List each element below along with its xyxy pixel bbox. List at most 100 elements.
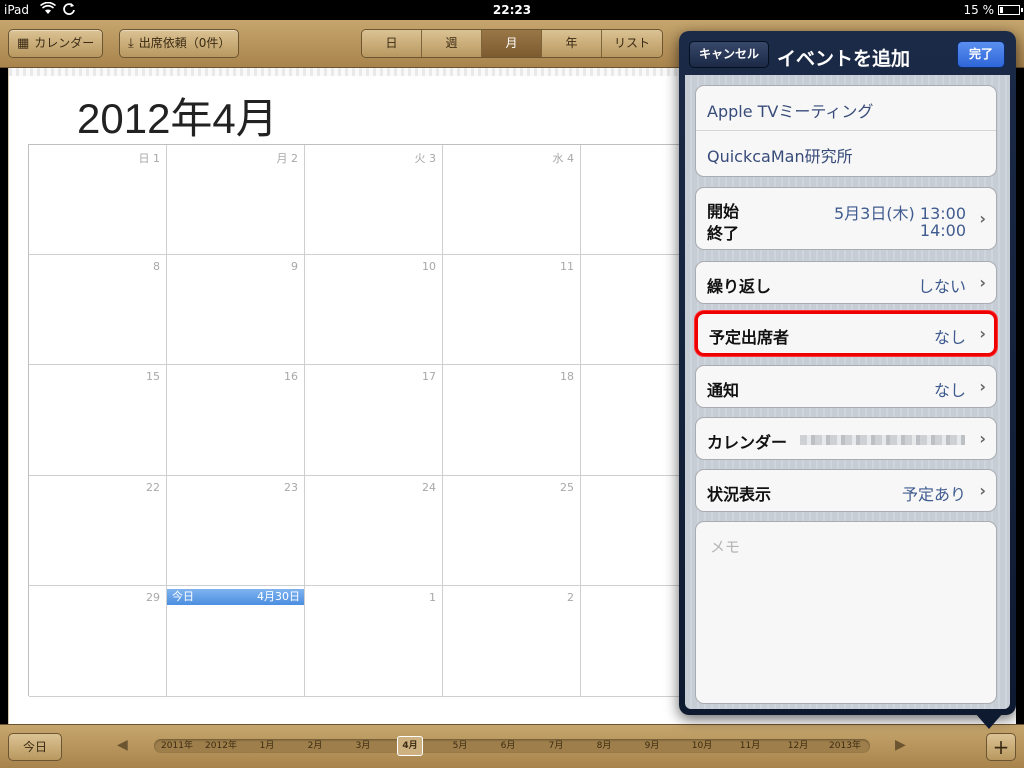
- today-marker: 今日 4月30日: [167, 589, 304, 605]
- day-number: 2: [291, 152, 298, 165]
- day-number: 17: [422, 370, 436, 383]
- repeat-value: しない: [917, 277, 966, 296]
- calendar-label: カレンダー: [707, 433, 788, 452]
- today-button[interactable]: 今日: [8, 733, 62, 761]
- today-label: 今日: [172, 590, 194, 603]
- event-title-field[interactable]: Apple TVミーティング: [696, 86, 996, 131]
- timeline-item[interactable]: 2013年: [826, 739, 864, 753]
- day-number: 1: [153, 152, 160, 165]
- tab-list[interactable]: リスト: [602, 30, 662, 57]
- day-number: 2: [567, 591, 574, 604]
- chevron-right-icon: ›: [979, 481, 986, 500]
- day-cell[interactable]: 月 2: [167, 145, 305, 255]
- timeline-item[interactable]: 2011年: [158, 739, 196, 753]
- invitees-row[interactable]: 予定出席者 なし ›: [695, 311, 997, 356]
- day-cell[interactable]: 8: [29, 255, 167, 365]
- battery-percent: 15 %: [963, 3, 995, 17]
- repeat-row[interactable]: 繰り返し しない ›: [695, 261, 997, 304]
- notes-field[interactable]: メモ: [695, 521, 997, 704]
- tab-week[interactable]: 週: [422, 30, 482, 57]
- calendars-button[interactable]: ▦ カレンダー: [8, 29, 104, 58]
- battery-icon: [998, 5, 1023, 15]
- cancel-button[interactable]: キャンセル: [689, 41, 770, 68]
- day-number: 11: [560, 260, 574, 273]
- event-form: Apple TVミーティング QuickcaMan研究所 開始 終了 5月3日(…: [685, 75, 1010, 709]
- day-cell-today[interactable]: 今日 4月30日: [167, 586, 305, 697]
- day-cell[interactable]: 水 4: [443, 145, 581, 255]
- weekday-label: 月: [276, 152, 288, 165]
- redacted-calendar-name: [800, 435, 965, 445]
- day-cell[interactable]: 15: [29, 365, 167, 476]
- timeline-item[interactable]: 11月: [733, 739, 767, 753]
- timeline-item[interactable]: 10月: [685, 739, 719, 753]
- chevron-right-icon: ›: [979, 429, 986, 448]
- next-arrow-icon[interactable]: ▶: [895, 737, 906, 753]
- day-number: 23: [284, 481, 298, 494]
- title-location-group: Apple TVミーティング QuickcaMan研究所: [695, 85, 997, 177]
- month-timeline: 2011年 2012年 1月 2月 3月 4月 5月 6月 7月 8月 9月 1…: [154, 736, 870, 756]
- day-cell[interactable]: 火 3: [305, 145, 443, 255]
- day-cell[interactable]: 日 1: [29, 145, 167, 255]
- alert-row[interactable]: 通知 なし ›: [695, 365, 997, 408]
- calendar-list-icon: ▦: [17, 36, 30, 51]
- day-cell[interactable]: 1: [305, 586, 443, 697]
- day-cell[interactable]: 29: [29, 586, 167, 697]
- bottom-toolbar: 今日 ◀ 2011年 2012年 1月 2月 3月 4月 5月 6月 7月 8月…: [0, 724, 1024, 768]
- timeline-item[interactable]: 7月: [541, 739, 571, 753]
- alert-value: なし: [933, 381, 966, 400]
- day-number: 8: [153, 260, 160, 273]
- invitees-value: なし: [933, 328, 966, 347]
- day-number: 9: [291, 260, 298, 273]
- day-number: 16: [284, 370, 298, 383]
- status-bar: iPad 22:23 15 %: [0, 0, 1024, 20]
- day-cell[interactable]: 18: [443, 365, 581, 476]
- invitations-button[interactable]: ⤓ 出席依頼（0件）: [119, 29, 240, 58]
- day-number: 3: [429, 152, 436, 165]
- add-event-button[interactable]: +: [986, 733, 1016, 761]
- day-cell[interactable]: 16: [167, 365, 305, 476]
- timeline-item[interactable]: 12月: [781, 739, 815, 753]
- day-cell[interactable]: 17: [305, 365, 443, 476]
- event-title-value: Apple TVミーティング: [707, 102, 874, 121]
- timeline-item[interactable]: 8月: [589, 739, 619, 753]
- day-cell[interactable]: 22: [29, 476, 167, 586]
- weekday-label: 水: [552, 152, 564, 165]
- day-cell[interactable]: 24: [305, 476, 443, 586]
- popover-arrow: [975, 713, 1003, 729]
- tab-day[interactable]: 日: [362, 30, 422, 57]
- add-event-popover: キャンセル イベントを追加 完了 Apple TVミーティング QuickcaM…: [679, 31, 1016, 715]
- timeline-item[interactable]: 9月: [637, 739, 667, 753]
- timeline-item[interactable]: 2012年: [202, 739, 240, 753]
- previous-arrow-icon[interactable]: ◀: [117, 737, 128, 753]
- timeline-item[interactable]: 1月: [252, 739, 282, 753]
- day-number: 15: [146, 370, 160, 383]
- popover-header: キャンセル イベントを追加 完了: [685, 37, 1010, 75]
- day-cell[interactable]: 9: [167, 255, 305, 365]
- day-number: 24: [422, 481, 436, 494]
- day-number: 18: [560, 370, 574, 383]
- tab-month[interactable]: 月: [482, 30, 542, 57]
- start-end-row[interactable]: 開始 終了 5月3日(木) 13:00 14:00 ›: [695, 187, 997, 250]
- day-number: 10: [422, 260, 436, 273]
- calendar-row[interactable]: カレンダー ›: [695, 417, 997, 460]
- invitations-label: 出席依頼（0件）: [138, 36, 231, 50]
- tab-year[interactable]: 年: [542, 30, 602, 57]
- timeline-item[interactable]: 2月: [300, 739, 330, 753]
- month-grid: 日 1 月 2 火 3 水 4 8 9 10 11 15 16 17 18 22…: [28, 144, 719, 697]
- day-cell[interactable]: 11: [443, 255, 581, 365]
- day-cell[interactable]: 10: [305, 255, 443, 365]
- availability-row[interactable]: 状況表示 予定あり ›: [695, 469, 997, 512]
- day-cell[interactable]: 2: [443, 586, 581, 697]
- event-location-field[interactable]: QuickcaMan研究所: [696, 131, 996, 176]
- done-button[interactable]: 完了: [957, 41, 1005, 68]
- timeline-item[interactable]: 6月: [493, 739, 523, 753]
- clock: 22:23: [492, 3, 532, 17]
- day-cell[interactable]: 25: [443, 476, 581, 586]
- invitees-label: 予定出席者: [709, 328, 790, 347]
- chevron-right-icon: ›: [979, 324, 986, 343]
- notes-placeholder: メモ: [710, 538, 741, 556]
- timeline-item[interactable]: 5月: [445, 739, 475, 753]
- timeline-item[interactable]: 3月: [348, 739, 378, 753]
- day-cell[interactable]: 23: [167, 476, 305, 586]
- timeline-item-selected[interactable]: 4月: [397, 736, 423, 756]
